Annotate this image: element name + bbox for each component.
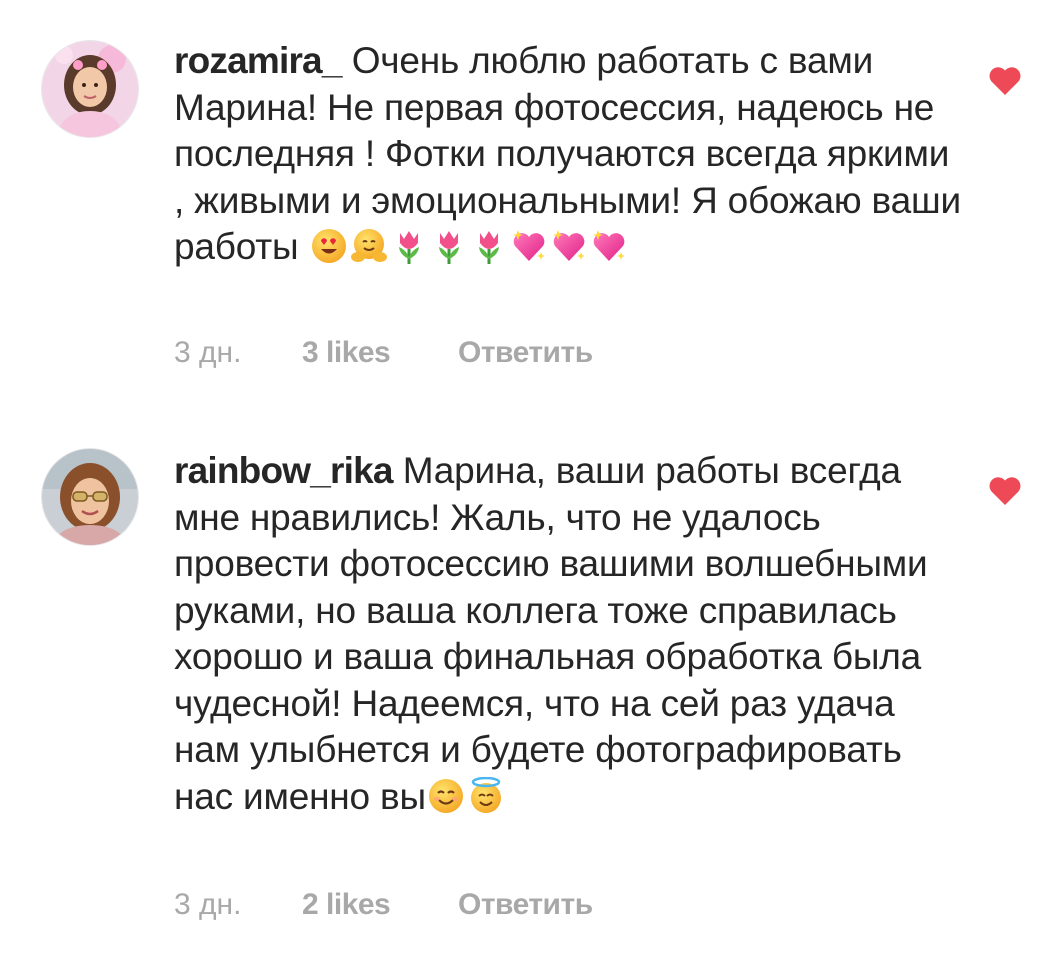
reply-button[interactable]: Ответить [458,336,593,370]
tulip-icon [470,227,508,277]
hugging-face-icon [350,227,388,277]
comment-body: rozamira_ Очень люблю работать с вами Ма… [174,38,964,277]
like-heart-icon[interactable] [988,476,1022,506]
comment-username[interactable]: rozamira_ [174,40,342,81]
emoji-group [309,226,629,267]
comment-text: Марина, ваши работы всегда мне нравились… [174,450,928,817]
likes-count[interactable]: 2 likes [302,888,458,922]
comment-time: 3 дн. [174,336,242,369]
tulip-icon [390,227,428,277]
comment-username[interactable]: rainbow_rika [174,450,393,491]
comment-body: rainbow_rika Марина, ваши работы всегда … [174,448,964,826]
sparkling-heart-icon [550,227,588,277]
avatar[interactable] [41,448,139,546]
smiling-face-icon [427,777,465,827]
halo-face-icon [467,776,505,827]
reply-button[interactable]: Ответить [458,888,593,922]
comment-meta: 3 дн. 3 likes Ответить [174,336,593,370]
comment-time: 3 дн. [174,888,242,921]
avatar[interactable] [41,40,139,138]
comment-meta: 3 дн. 2 likes Ответить [174,888,593,922]
sparkling-heart-icon [510,227,548,277]
like-heart-icon[interactable] [988,66,1022,96]
sparkling-heart-icon [590,227,628,277]
heart-eyes-face-icon [310,227,348,277]
emoji-group [426,776,506,817]
likes-count[interactable]: 3 likes [302,336,458,370]
tulip-icon [430,227,468,277]
